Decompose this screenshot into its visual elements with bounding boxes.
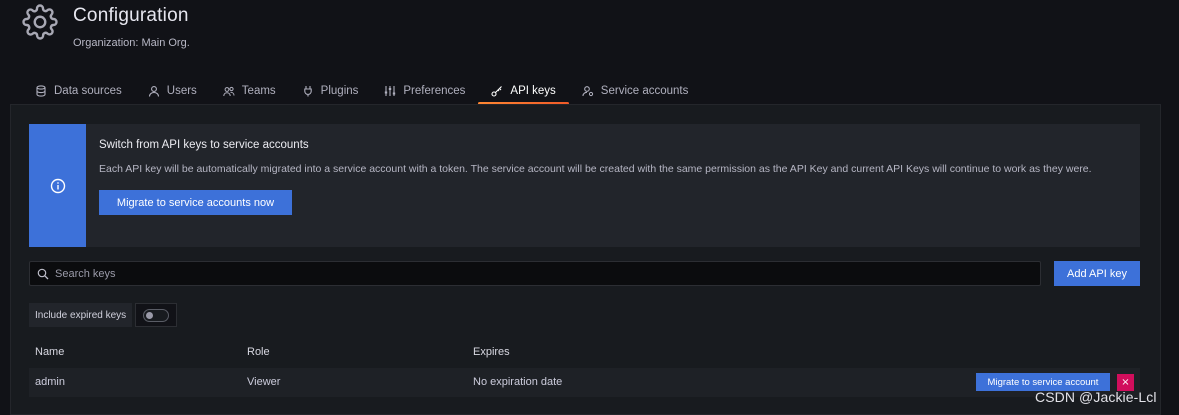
- migrate-all-button[interactable]: Migrate to service accounts now: [99, 190, 292, 215]
- key-expires: No expiration date: [473, 376, 563, 388]
- tab-teams-label: Teams: [241, 85, 276, 97]
- page-header: Configuration Organization: Main Org. Da…: [0, 0, 1179, 105]
- tab-plugins-label: Plugins: [320, 85, 359, 97]
- tab-plugins[interactable]: Plugins: [289, 78, 372, 104]
- user-icon: [148, 85, 160, 97]
- plug-icon: [302, 85, 314, 97]
- migration-alert: Switch from API keys to service accounts…: [29, 124, 1140, 247]
- search-icon: [37, 268, 49, 279]
- table-row: admin Viewer No expiration date Migrate …: [29, 368, 1140, 397]
- tab-service-accounts[interactable]: Service accounts: [569, 78, 702, 104]
- gear-icon: [22, 4, 58, 40]
- tab-data-sources[interactable]: Data sources: [22, 78, 135, 104]
- alert-icon-strip: [29, 124, 86, 247]
- tab-data-sources-label: Data sources: [54, 85, 122, 97]
- info-circle-icon: [50, 178, 65, 193]
- tab-teams[interactable]: Teams: [210, 78, 289, 104]
- add-api-key-button[interactable]: Add API key: [1054, 261, 1140, 286]
- tab-users[interactable]: Users: [135, 78, 210, 104]
- tab-preferences-label: Preferences: [403, 85, 466, 97]
- organization-subtitle: Organization: Main Org.: [73, 37, 190, 49]
- tab-service-accounts-label: Service accounts: [600, 85, 689, 97]
- key-role: Viewer: [247, 376, 281, 388]
- alert-text: Each API key will be automatically migra…: [99, 163, 1092, 175]
- column-header-role: Role: [247, 346, 270, 358]
- column-header-name: Name: [35, 346, 65, 358]
- tab-users-label: Users: [166, 85, 197, 97]
- key-icon: [491, 85, 503, 97]
- tab-api-keys[interactable]: API keys: [478, 78, 570, 105]
- column-header-expires: Expires: [473, 346, 510, 358]
- key-name: admin: [35, 376, 65, 388]
- search-box: [29, 261, 1041, 286]
- sliders-icon: [384, 85, 396, 97]
- tab-api-keys-label: API keys: [510, 85, 556, 97]
- watermark: CSDN @Jackie-Lcl: [1035, 389, 1157, 405]
- search-input[interactable]: [55, 267, 955, 280]
- alert-title: Switch from API keys to service accounts: [99, 139, 309, 151]
- tab-bar: Data sources Users Teams Plugins Prefere…: [22, 78, 702, 105]
- include-expired-toggle[interactable]: [143, 308, 170, 322]
- include-expired-toggle-wrap: [135, 303, 178, 327]
- alert-body: Switch from API keys to service accounts…: [86, 124, 1140, 247]
- tab-preferences[interactable]: Preferences: [371, 78, 478, 104]
- users-icon: [223, 85, 235, 97]
- include-expired-label: Include expired keys: [29, 303, 133, 327]
- page-title: Configuration: [73, 5, 189, 26]
- database-icon: [35, 85, 47, 97]
- include-expired-control: Include expired keys: [29, 303, 178, 327]
- service-account-icon: [582, 85, 594, 97]
